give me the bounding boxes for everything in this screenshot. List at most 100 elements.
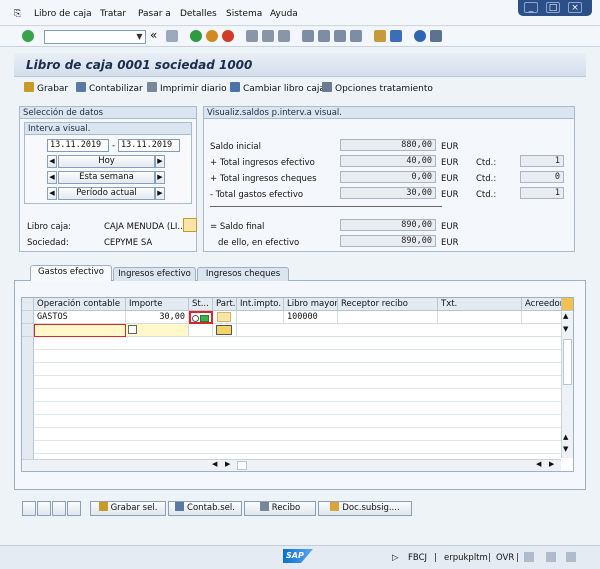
- col-operacion[interactable]: Operación contable: [34, 298, 126, 311]
- hoy-prev-arrow-icon[interactable]: ◀: [47, 155, 57, 168]
- cambiar-libro-caja-button[interactable]: Cambiar libro caja: [230, 82, 325, 94]
- menu-tratar[interactable]: Tratar: [100, 9, 126, 19]
- close-icon[interactable]: ×: [568, 2, 582, 13]
- esta-semana-button[interactable]: Esta semana: [58, 171, 155, 184]
- previous-page-icon[interactable]: [318, 30, 330, 42]
- select-all-corner[interactable]: [22, 298, 34, 311]
- hoy-button[interactable]: Hoy: [58, 155, 155, 168]
- enter-check-icon[interactable]: [22, 30, 34, 42]
- scroll-down-icon[interactable]: ▼: [563, 325, 568, 333]
- doc-subsig-button[interactable]: Doc.subsig....: [318, 501, 412, 516]
- grabar-sel-button[interactable]: Grabar sel.: [90, 501, 166, 516]
- date-from-input[interactable]: 13.11.2019: [47, 139, 109, 152]
- cancel-icon[interactable]: [222, 30, 234, 42]
- value-help-icon[interactable]: [128, 325, 137, 334]
- new-operacion-input[interactable]: [34, 324, 126, 337]
- periodo-prev-arrow-icon[interactable]: ◀: [47, 187, 57, 200]
- tab-ingresos-cheques[interactable]: Ingresos cheques: [197, 267, 289, 281]
- date-to-input[interactable]: 13.11.2019: [118, 139, 180, 152]
- gastos-efectivo-value: 30,00: [340, 187, 436, 199]
- opciones-tratamiento-button[interactable]: Opciones tratamiento: [322, 82, 433, 94]
- find-next-icon[interactable]: [278, 30, 290, 42]
- minimize-icon[interactable]: _: [524, 2, 538, 13]
- settings-icon[interactable]: [566, 552, 576, 562]
- vertical-scrollbar[interactable]: ▲ ▼ ▲ ▼: [561, 312, 573, 458]
- transaction-code: FBCJ: [408, 553, 428, 563]
- deselect-all-icon[interactable]: [37, 501, 51, 516]
- tab-ingresos-efectivo[interactable]: Ingresos efectivo: [113, 267, 196, 281]
- select-all-icon[interactable]: [22, 501, 36, 516]
- maximize-icon[interactable]: □: [546, 2, 560, 13]
- options-icon: [322, 82, 332, 92]
- partner-arrow-icon: [217, 312, 231, 322]
- libro-caja-select-icon[interactable]: [183, 218, 197, 232]
- hoy-next-arrow-icon[interactable]: ▶: [155, 155, 165, 168]
- periodo-next-arrow-icon[interactable]: ▶: [155, 187, 165, 200]
- command-field[interactable]: [44, 30, 146, 44]
- new-session-icon[interactable]: [374, 30, 386, 42]
- vertical-scroll-thumb[interactable]: [563, 339, 572, 385]
- scroll-right-icon[interactable]: ▶: [225, 460, 230, 468]
- scroll-up-icon[interactable]: ▲: [563, 433, 568, 441]
- partner-arrow-icon: [216, 325, 232, 335]
- next-page-icon[interactable]: [334, 30, 346, 42]
- last-page-icon[interactable]: [350, 30, 362, 42]
- layout-icon[interactable]: [430, 30, 442, 42]
- new-row-rest[interactable]: [237, 324, 562, 337]
- scroll-right-icon[interactable]: ▶: [549, 460, 554, 468]
- delete-row-icon[interactable]: [67, 501, 81, 516]
- semana-next-arrow-icon[interactable]: ▶: [155, 171, 165, 184]
- row-selector[interactable]: [22, 324, 34, 337]
- imprimir-diario-button[interactable]: Imprimir diario: [147, 82, 227, 94]
- chevron-down-icon[interactable]: ▼: [134, 31, 145, 43]
- status-arrow-icon[interactable]: ▷: [392, 553, 399, 563]
- layout-icon[interactable]: [546, 552, 556, 562]
- col-receptor[interactable]: Receptor recibo: [338, 298, 438, 311]
- back-icon[interactable]: [190, 30, 202, 42]
- grabar-button[interactable]: Grabar: [24, 82, 68, 94]
- find-icon[interactable]: [262, 30, 274, 42]
- save-icon[interactable]: [166, 30, 178, 42]
- scroll-down-icon[interactable]: ▼: [563, 445, 568, 453]
- col-importe[interactable]: Importe: [126, 298, 189, 311]
- contabilizar-button[interactable]: Contabilizar: [76, 82, 143, 94]
- en-efectivo-value: 890,00: [340, 235, 436, 247]
- col-txt[interactable]: Txt.: [438, 298, 522, 311]
- shortcut-icon[interactable]: [390, 30, 402, 42]
- menu-ayuda[interactable]: Ayuda: [270, 9, 298, 19]
- scroll-left-icon[interactable]: ◀: [212, 460, 217, 468]
- col-int-impto[interactable]: Int.impto.: [237, 298, 284, 311]
- horizontal-scrollbar[interactable]: ◀ ▶ ◀ ▶: [22, 459, 561, 471]
- menu-icon[interactable]: ⎘: [14, 9, 21, 19]
- menu-pasar-a[interactable]: Pasar a: [138, 9, 171, 19]
- semana-prev-arrow-icon[interactable]: ◀: [47, 171, 57, 184]
- horizontal-scroll-thumb[interactable]: [237, 461, 247, 470]
- exit-icon[interactable]: [206, 30, 218, 42]
- lock-icon: [524, 552, 534, 562]
- periodo-actual-button[interactable]: Período actual: [58, 187, 155, 200]
- col-status[interactable]: St...: [189, 298, 213, 311]
- scroll-left-icon[interactable]: ◀: [536, 460, 541, 468]
- collapse-icon[interactable]: «: [150, 28, 157, 42]
- row1-status-icon[interactable]: [189, 311, 213, 324]
- tab-gastos-efectivo[interactable]: Gastos efectivo: [30, 265, 112, 281]
- libro-caja-value: CAJA MENUDA (LI...: [104, 222, 186, 232]
- insert-row-icon[interactable]: [52, 501, 66, 516]
- help-icon[interactable]: [414, 30, 426, 42]
- print-icon[interactable]: [246, 30, 258, 42]
- menu-libro-de-caja[interactable]: Libro de caja: [34, 9, 92, 19]
- col-part[interactable]: Part.: [213, 298, 237, 311]
- col-acreedor[interactable]: Acreedor: [522, 298, 562, 311]
- column-settings-icon[interactable]: [562, 298, 573, 311]
- row1-part[interactable]: [213, 311, 237, 324]
- menu-sistema[interactable]: Sistema: [226, 9, 262, 19]
- scroll-up-icon[interactable]: ▲: [563, 312, 568, 320]
- col-libro-mayor[interactable]: Libro mayor: [284, 298, 338, 311]
- menu-detalles[interactable]: Detalles: [180, 9, 217, 19]
- recibo-button[interactable]: Recibo: [244, 501, 316, 516]
- new-importe-input[interactable]: [126, 324, 189, 337]
- first-page-icon[interactable]: [302, 30, 314, 42]
- row-selector[interactable]: [22, 311, 34, 324]
- contab-sel-button[interactable]: Contab.sel.: [168, 501, 242, 516]
- new-part[interactable]: [213, 324, 237, 337]
